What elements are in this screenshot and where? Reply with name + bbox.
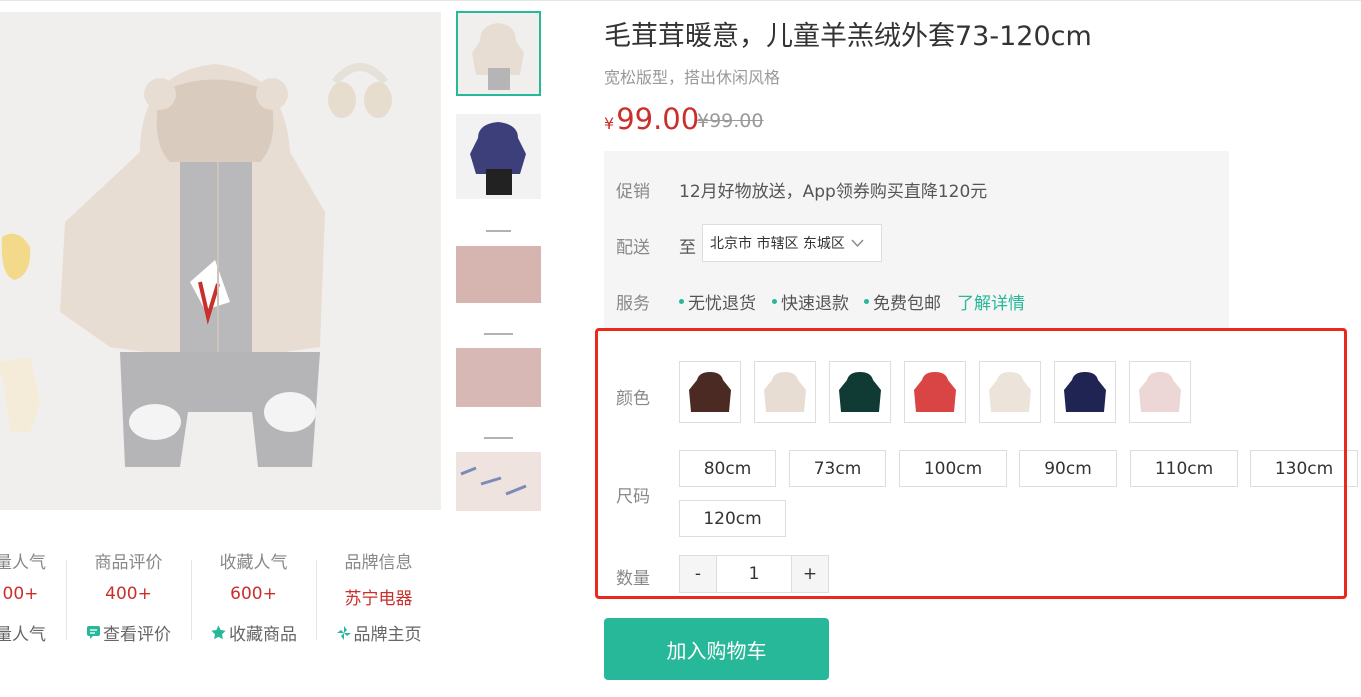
view-reviews-link[interactable]: 查看评价 [66,620,191,645]
product-title: 毛茸茸暖意，儿童羊羔绒外套73-120cm [604,21,1092,52]
service-details-link[interactable]: 了解详情 [957,289,1025,314]
service-item: 免费包邮 [864,289,941,314]
bullet-icon [772,299,777,304]
main-product-image [0,12,441,510]
stat-label: 品牌信息 [344,553,413,573]
thumbnail-1[interactable] [456,11,541,96]
product-price: ¥ 99.00 [604,102,699,136]
comment-icon [87,626,100,639]
address-select[interactable]: 北京市 市辖区 东城区 [702,224,882,262]
brand-icon [336,625,351,640]
original-price: ¥99.00 [697,110,764,132]
add-to-cart-button[interactable]: 加入购物车 [604,618,829,680]
favorite-label: 收藏商品 [229,625,297,645]
stat-label: 收藏人气 [219,553,288,573]
product-subtitle: 宽松版型，搭出休闲风格 [604,68,781,87]
chevron-down-icon [851,239,864,247]
thumbnail-3[interactable] [456,218,541,303]
delivery-to: 至 [679,238,696,258]
stat-action-label: 量人气 [0,625,46,645]
service-item-label: 快速退款 [781,294,849,314]
stat-reviews: 商品评价 400+ 查看评价 [66,548,191,645]
price-value: 99.00 [616,102,700,136]
service-item: 快速退款 [772,289,849,314]
bullet-icon [864,299,869,304]
brand-home-link[interactable]: 品牌主页 [316,620,441,645]
service-item-label: 无忧退货 [688,294,756,314]
stat-label: 商品评价 [94,553,163,573]
thumbnail-4[interactable] [456,322,541,407]
service-label: 服务 [616,294,650,314]
favorite-link[interactable]: 收藏商品 [191,620,316,645]
currency-symbol: ¥ [604,114,615,133]
service-item-label: 免费包邮 [873,294,941,314]
view-reviews-label: 查看评价 [103,625,171,645]
stat-value: 600+ [230,584,277,604]
brand-home-label: 品牌主页 [353,625,422,645]
star-icon [211,625,226,640]
stat-favorites: 收藏人气 600+ 收藏商品 [191,548,316,645]
delivery-label: 配送 [616,238,650,258]
promo-label: 促销 [616,182,650,202]
thumbnail-2[interactable] [456,114,541,199]
service-item: 无忧退货 [679,289,756,314]
promo-text: 12月好物放送，App领券购买直降120元 [679,182,988,202]
address-value: 北京市 市辖区 东城区 [710,236,845,252]
top-divider [0,0,1361,1]
bullet-icon [679,299,684,304]
stat-value: 400+ [105,584,152,604]
brand-name[interactable]: 苏宁电器 [316,584,441,610]
stat-brand: 品牌信息 苏宁电器 品牌主页 [316,548,441,645]
thumbnail-5[interactable] [456,426,541,511]
highlight-box [595,328,1347,599]
